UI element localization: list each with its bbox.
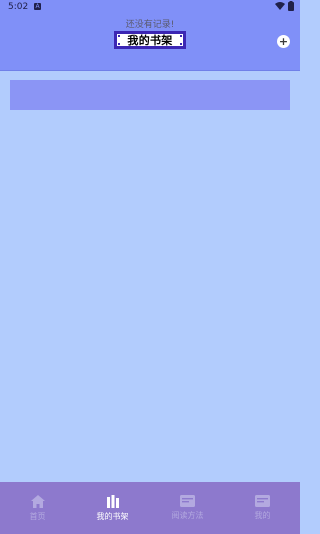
status-icons	[275, 1, 294, 14]
add-book-button[interactable]: +	[277, 35, 290, 48]
tab-profile[interactable]: 我的	[225, 482, 300, 534]
profile-icon	[255, 495, 270, 507]
empty-message: 还没有记录!	[125, 20, 175, 30]
status-bar: 5:02 A	[0, 0, 300, 14]
tab-label: 首页	[29, 511, 46, 521]
page-title: 我的书架	[127, 34, 173, 47]
tab-bookshelf[interactable]: 我的书架	[75, 482, 150, 534]
title-corner-dot	[118, 43, 120, 45]
bookshelf-empty-card	[10, 80, 290, 110]
tab-home[interactable]: 首页	[0, 482, 75, 534]
tab-label: 阅读方法	[171, 511, 204, 520]
tab-label: 我的书架	[96, 511, 129, 521]
status-time: 5:02	[8, 2, 29, 12]
title-corner-dot	[180, 43, 182, 45]
battery-icon	[288, 1, 294, 14]
bookshelf-icon	[106, 494, 120, 508]
tab-label: 我的	[254, 511, 271, 520]
page-title-box: 我的书架	[114, 31, 186, 49]
tab-reading-method[interactable]: 阅读方法	[150, 482, 225, 534]
notification-icon: A	[34, 3, 41, 10]
title-corner-dot	[180, 35, 182, 37]
plus-circle-icon: +	[278, 35, 289, 48]
reading-method-icon	[180, 495, 195, 507]
bottom-tab-bar: 首页 我的书架 阅读方法 我的	[0, 482, 300, 534]
home-icon	[30, 494, 45, 508]
title-corner-dot	[118, 35, 120, 37]
wifi-icon	[275, 1, 285, 14]
